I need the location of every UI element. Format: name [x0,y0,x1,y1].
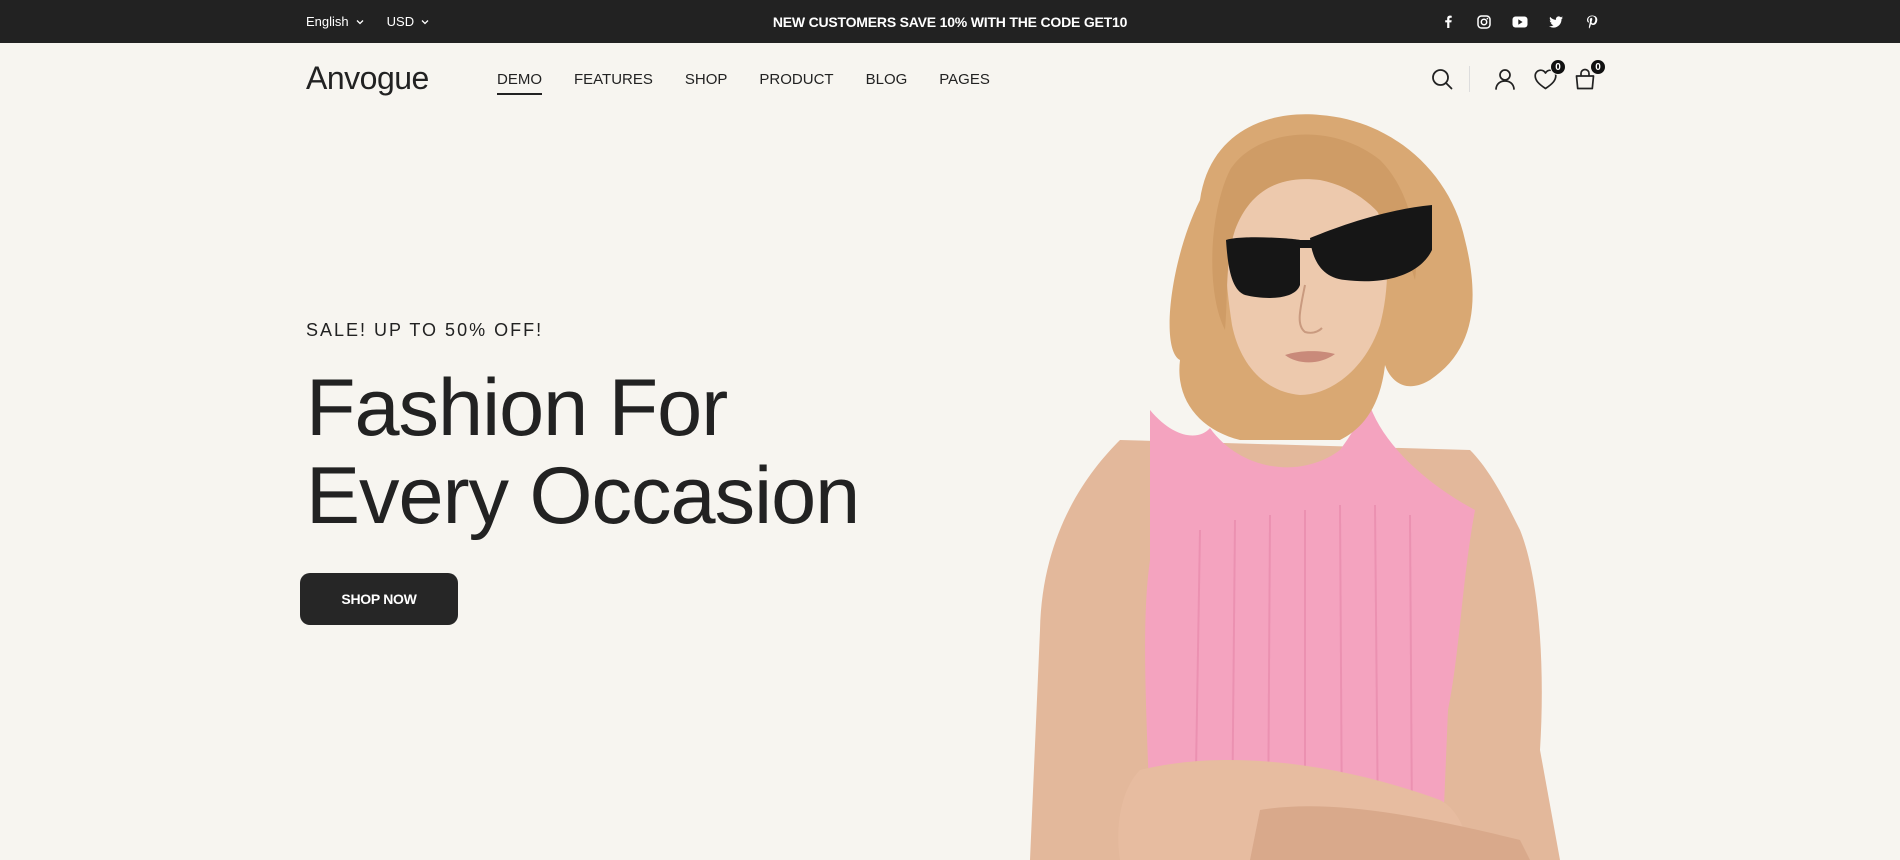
cart-button[interactable]: 0 [1572,59,1606,92]
user-icon[interactable] [1492,66,1518,92]
hero-headline: Fashion For Every Occasion [306,363,860,541]
wishlist-count-badge: 0 [1550,59,1566,75]
wishlist-button[interactable]: 0 [1532,59,1566,92]
twitter-icon[interactable] [1547,13,1564,30]
header-actions: 0 0 [1429,43,1606,115]
pinterest-icon[interactable] [1583,13,1600,30]
header-divider [1469,66,1470,92]
hero-headline-line-1: Fashion For [306,363,728,453]
cart-count-badge: 0 [1590,59,1606,75]
instagram-icon[interactable] [1475,13,1492,30]
shop-now-button[interactable]: SHOP NOW [300,573,458,625]
nav-item-pages[interactable]: PAGES [939,67,990,92]
site-header: Anvogue DEMO FEATURES SHOP PRODUCT BLOG … [0,43,1900,115]
social-links [1439,0,1600,43]
hero-headline-line-2: Every Occasion [306,451,860,541]
nav-item-shop[interactable]: SHOP [685,67,728,92]
hero-model-image [1030,114,1560,860]
hero-sale-tagline: SALE! UP TO 50% OFF! [306,320,544,340]
promo-message: NEW CUSTOMERS SAVE 10% WITH THE CODE GET… [772,13,1128,30]
nav-item-features[interactable]: FEATURES [574,67,653,92]
nav-item-product[interactable]: PRODUCT [759,67,833,92]
search-icon[interactable] [1429,66,1455,92]
youtube-icon[interactable] [1511,13,1528,30]
hero-content: SALE! UP TO 50% OFF! Fashion For Every O… [306,320,860,541]
facebook-icon[interactable] [1439,13,1456,30]
announcement-bar: English USD NEW CUSTOMERS SAVE 10% WITH … [0,0,1900,43]
site-logo[interactable]: Anvogue [306,60,429,97]
nav-item-demo[interactable]: DEMO [497,67,542,95]
main-nav: DEMO FEATURES SHOP PRODUCT BLOG PAGES [497,43,990,115]
nav-item-blog[interactable]: BLOG [866,67,908,92]
